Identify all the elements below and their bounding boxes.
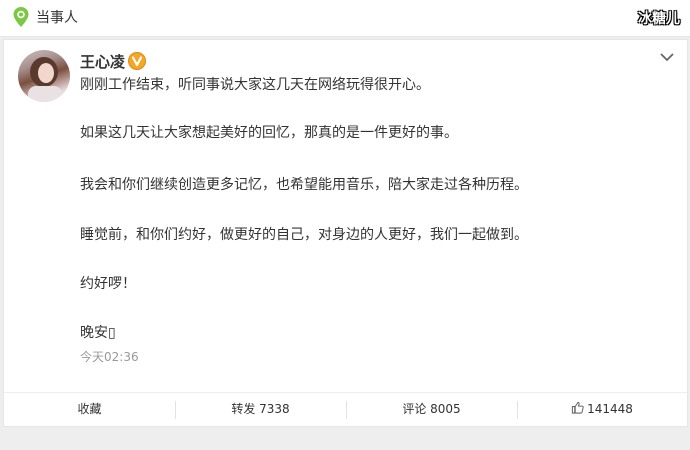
post-paragraph: 睡觉前，和你们约好，做更好的自己，对身边的人更好，我们一起做到。 bbox=[80, 227, 528, 243]
post-paragraph: 晚安▯ bbox=[80, 325, 116, 341]
watermark: 冰糖儿 bbox=[638, 11, 680, 27]
comment-button[interactable]: 评论 8005 bbox=[346, 393, 517, 427]
repost-button[interactable]: 转发 7338 bbox=[175, 393, 346, 427]
action-bar: 收藏 转发 7338 评论 8005 141448 bbox=[4, 392, 687, 427]
post-paragraph: 约好啰！ bbox=[80, 276, 136, 292]
post-paragraph: 刚刚工作结束，听同事说大家这几天在网络玩得很开心。 bbox=[80, 77, 430, 93]
verified-badge-icon bbox=[128, 52, 146, 70]
avatar[interactable] bbox=[18, 50, 70, 102]
post-paragraph: 我会和你们继续创造更多记忆，也希望能用音乐，陪大家走过各种历程。 bbox=[80, 177, 528, 193]
page-background bbox=[0, 427, 690, 450]
favorite-button[interactable]: 收藏 bbox=[4, 393, 175, 427]
location-pin-icon bbox=[13, 7, 29, 27]
weibo-post-card: 王心凌 刚刚工作结束，听同事说大家这几天在网络玩得很开心。 如果这几天让大家想起… bbox=[3, 39, 688, 427]
topic-header: 当事人 冰糖儿 bbox=[0, 0, 690, 37]
repost-label: 转发 7338 bbox=[231, 402, 290, 416]
post-paragraph: 如果这几天让大家想起美好的回忆，那真的是一件更好的事。 bbox=[80, 125, 458, 141]
chevron-down-icon[interactable] bbox=[659, 52, 675, 62]
avatar-image bbox=[28, 57, 62, 102]
like-count: 141448 bbox=[587, 402, 633, 416]
username[interactable]: 王心凌 bbox=[80, 51, 125, 72]
post-timestamp[interactable]: 今天02:36 bbox=[80, 348, 139, 365]
thumbs-up-icon bbox=[571, 401, 584, 414]
comment-label: 评论 8005 bbox=[402, 402, 461, 416]
favorite-label: 收藏 bbox=[77, 402, 102, 416]
like-button[interactable]: 141448 bbox=[517, 393, 687, 427]
topic-title[interactable]: 当事人 bbox=[36, 7, 78, 27]
